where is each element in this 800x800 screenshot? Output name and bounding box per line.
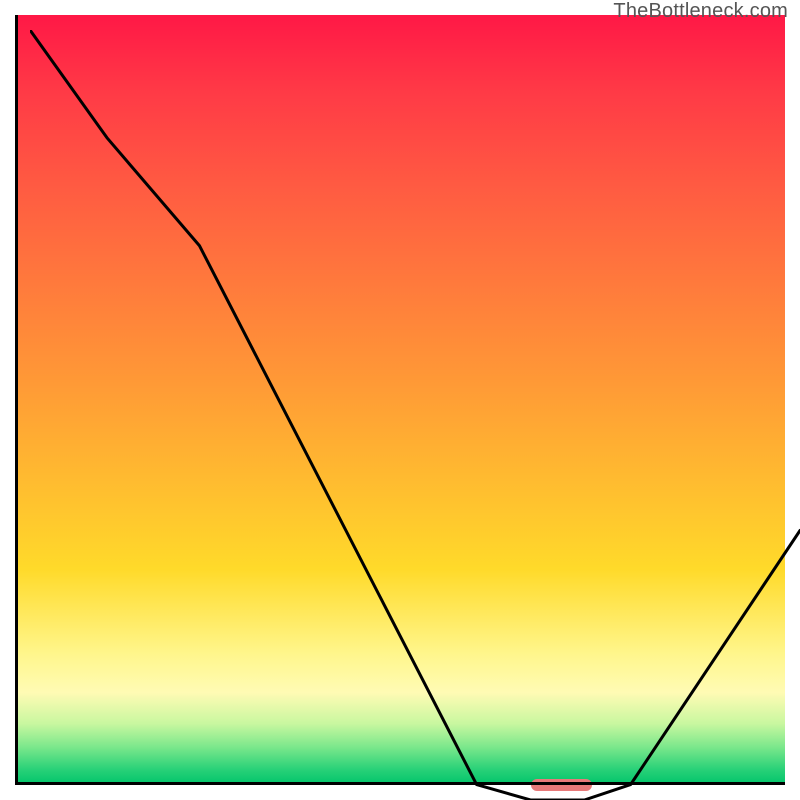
- watermark-text: TheBottleneck.com: [613, 0, 788, 23]
- y-axis: [15, 15, 18, 785]
- bottleneck-curve: [30, 30, 800, 800]
- plot-background-gradient: [15, 15, 785, 785]
- chart-container: TheBottleneck.com: [0, 0, 800, 800]
- optimal-region-marker: [531, 779, 593, 791]
- x-axis: [15, 782, 785, 785]
